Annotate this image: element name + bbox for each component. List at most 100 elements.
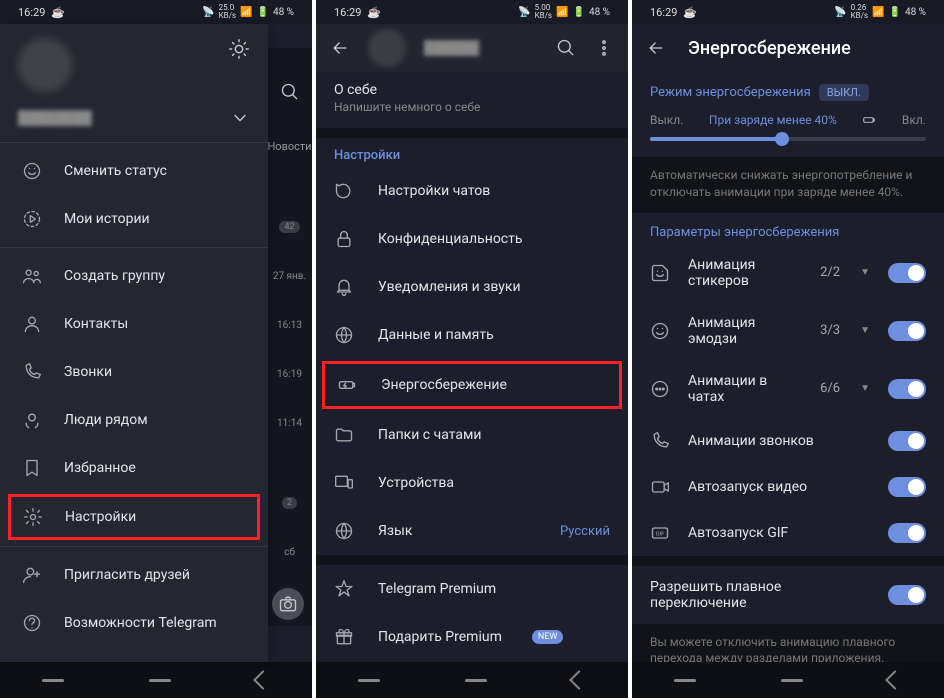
- battery-small-icon: [862, 113, 876, 127]
- chat-dots-icon: [650, 379, 670, 399]
- nav-back[interactable]: [253, 670, 273, 690]
- drawer-item-status[interactable]: Сменить статус: [0, 147, 268, 195]
- user-avatar[interactable]: [18, 38, 72, 92]
- nav-home[interactable]: [781, 679, 803, 682]
- drawer-item-saved[interactable]: Избранное: [0, 444, 268, 492]
- settings-item-devices[interactable]: Устройства: [316, 459, 628, 507]
- camera-icon: [278, 594, 298, 614]
- toggle-smooth[interactable]: [888, 585, 926, 605]
- svg-text:GIF: GIF: [656, 531, 666, 537]
- back-icon[interactable]: [646, 38, 666, 58]
- android-navbar: [632, 662, 944, 698]
- settings-item-language[interactable]: Язык Русский: [316, 507, 628, 555]
- nav-back[interactable]: [885, 670, 905, 690]
- drawer-item-nearby[interactable]: Люди рядом: [0, 396, 268, 444]
- toggle-autoplay-gif[interactable]: [888, 523, 926, 543]
- mode-label: Режим энергосбережения: [650, 85, 811, 100]
- phone-icon: [22, 362, 42, 382]
- search-icon[interactable]: [556, 38, 576, 58]
- settings-item-privacy[interactable]: Конфиденциальность: [316, 215, 628, 263]
- params-header: Параметры энергосбережения: [650, 225, 839, 240]
- user-avatar[interactable]: [368, 29, 406, 67]
- nav-back[interactable]: [569, 670, 589, 690]
- status-bar: 16:29☕ 📡 0.26KB/s 📶🔋 48 %: [632, 0, 944, 24]
- settings-item-power[interactable]: Энергосбережение: [322, 361, 622, 409]
- devices-icon: [334, 473, 354, 493]
- background-chat-list: Новости 42 27 янв. 16:13 16:19 11:14 2 с…: [267, 48, 312, 626]
- new-badge: NEW: [532, 630, 564, 644]
- info-text-2: Вы можете отключить анимацию плавного пе…: [632, 624, 944, 662]
- screen-3-power: 16:29☕ 📡 0.26KB/s 📶🔋 48 % Энергосбережен…: [632, 0, 944, 698]
- power-item-chat-anim[interactable]: Анимации в чатах 6/6 ▼: [632, 360, 944, 418]
- toggle-stickers[interactable]: [888, 263, 926, 283]
- group-icon: [22, 266, 42, 286]
- account-row[interactable]: ████████: [0, 100, 268, 138]
- power-toolbar: Энергосбережение: [632, 24, 944, 72]
- android-navbar: [316, 662, 628, 698]
- nav-recents[interactable]: [358, 679, 380, 682]
- settings-item-data[interactable]: Данные и память: [316, 311, 628, 359]
- settings-toolbar: ██████: [316, 24, 628, 72]
- power-item-call-anim[interactable]: Анимации звонков: [632, 418, 944, 464]
- bell-icon: [334, 277, 354, 297]
- theme-toggle-icon[interactable]: [228, 38, 250, 60]
- gear-icon: [23, 507, 43, 527]
- drawer-item-invite[interactable]: Пригласить друзей: [0, 551, 268, 599]
- page-title: Энергосбережение: [688, 38, 851, 59]
- bookmark-icon: [22, 458, 42, 478]
- status-bar: 16:29☕ 📡 5.00KB/s 📶🔋 48 %: [316, 0, 628, 24]
- power-item-stickers[interactable]: Анимация стикеров 2/2 ▼: [632, 244, 944, 302]
- chat-icon: [334, 181, 354, 201]
- toggle-call-anim[interactable]: [888, 431, 926, 451]
- back-icon[interactable]: [330, 38, 350, 58]
- chevron-down-icon: ▼: [860, 325, 870, 336]
- nav-recents[interactable]: [42, 679, 64, 682]
- camera-fab[interactable]: [272, 588, 304, 620]
- power-item-smooth-transition[interactable]: Разрешить плавное переключение: [632, 566, 944, 624]
- drawer-item-contacts[interactable]: Контакты: [0, 300, 268, 348]
- drawer-item-calls[interactable]: Звонки: [0, 348, 268, 396]
- power-item-autoplay-gif[interactable]: GIF Автозапуск GIF: [632, 510, 944, 556]
- settings-item-gift[interactable]: Подарить Premium NEW: [316, 613, 628, 661]
- globe-icon: [334, 521, 354, 541]
- settings-item-notifications[interactable]: Уведомления и звуки: [316, 263, 628, 311]
- user-name: ██████: [424, 40, 538, 56]
- star-icon: [334, 579, 354, 599]
- about-section[interactable]: О себе Напишите немного о себе: [316, 72, 628, 128]
- toggle-autoplay-video[interactable]: [888, 477, 926, 497]
- power-slider[interactable]: [650, 137, 926, 141]
- settings-item-folders[interactable]: Папки с чатами: [316, 411, 628, 459]
- info-text-1: Автоматически снижать энергопотребление …: [632, 157, 944, 213]
- nav-home[interactable]: [149, 679, 171, 682]
- settings-item-premium[interactable]: Telegram Premium: [316, 565, 628, 613]
- call-icon: [650, 431, 670, 451]
- nav-home[interactable]: [465, 679, 487, 682]
- status-time: 16:29: [18, 6, 45, 19]
- navigation-drawer: ████████ Сменить статус Мои истории Созд…: [0, 24, 268, 662]
- nav-recents[interactable]: [674, 679, 696, 682]
- battery-icon: [337, 375, 357, 395]
- drawer-item-stories[interactable]: Мои истории: [0, 195, 268, 243]
- settings-item-chats[interactable]: Настройки чатов: [316, 167, 628, 215]
- drawer-item-group[interactable]: Создать группу: [0, 252, 268, 300]
- lock-icon: [334, 229, 354, 249]
- toggle-chat-anim[interactable]: [888, 379, 926, 399]
- search-icon[interactable]: [280, 82, 300, 102]
- nearby-icon: [22, 410, 42, 430]
- power-item-emoji[interactable]: Анимация эмодзи 3/3 ▼: [632, 302, 944, 360]
- drawer-item-features[interactable]: Возможности Telegram: [0, 599, 268, 647]
- power-item-autoplay-video[interactable]: Автозапуск видео: [632, 464, 944, 510]
- gift-icon: [334, 627, 354, 647]
- settings-section-header: Настройки: [316, 138, 628, 167]
- status-battery: 48 %: [273, 7, 294, 18]
- smile-icon: [22, 161, 42, 181]
- drawer-item-settings[interactable]: Настройки: [8, 494, 260, 540]
- video-icon: [650, 477, 670, 497]
- smile-icon: [650, 321, 670, 341]
- more-icon[interactable]: [594, 38, 614, 58]
- sticker-icon: [650, 263, 670, 283]
- screen-1-drawer: 16:29☕ 📡 25.0KB/s 📶🔋 48 % Новости 42 27 …: [0, 0, 312, 698]
- toggle-emoji[interactable]: [888, 321, 926, 341]
- status-bar: 16:29☕ 📡 25.0KB/s 📶🔋 48 %: [0, 0, 312, 24]
- android-navbar: [0, 662, 312, 698]
